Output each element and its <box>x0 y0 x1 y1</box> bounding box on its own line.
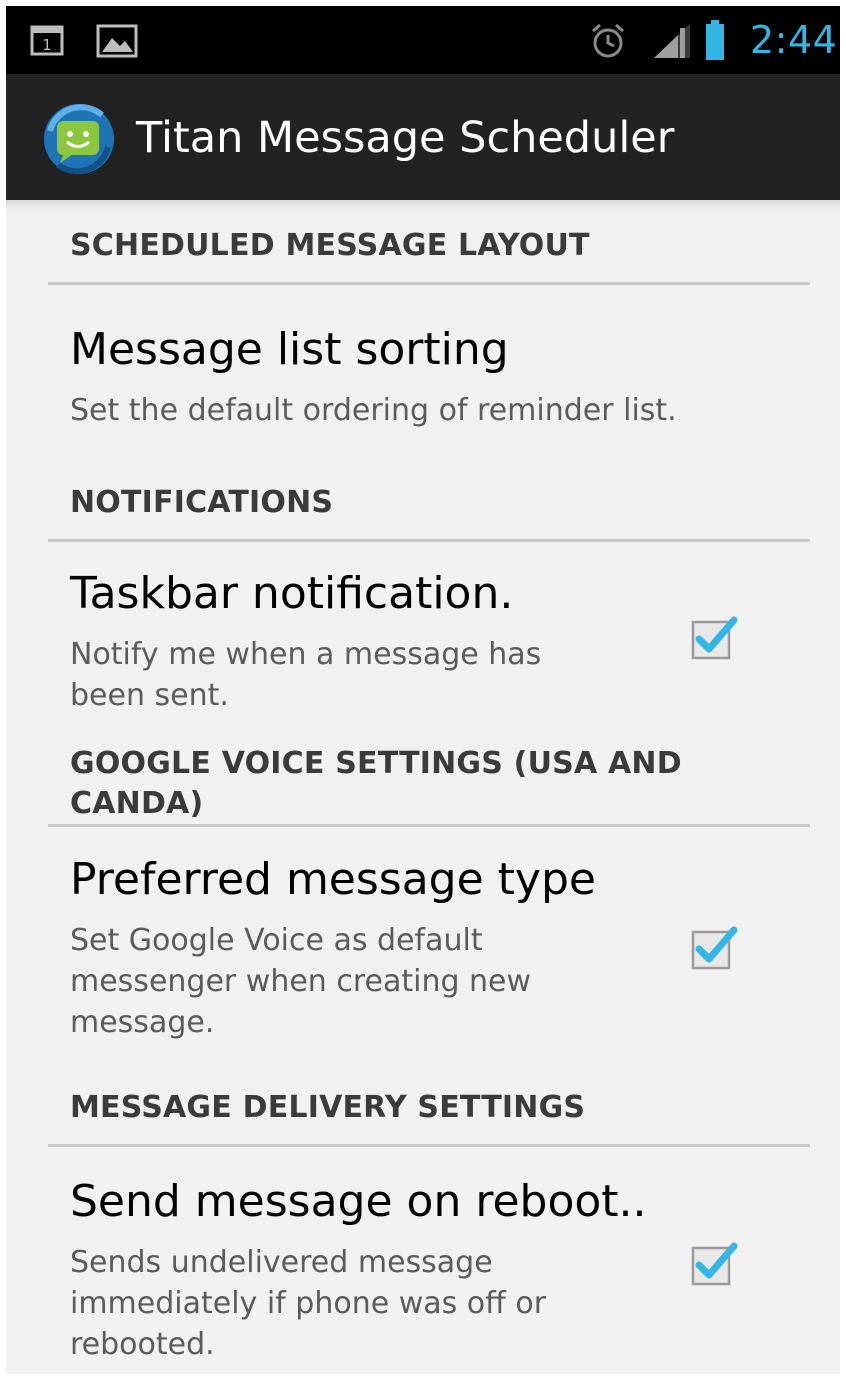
calendar-icon: 1 <box>30 25 64 56</box>
status-bar: 1 2:44 <box>6 6 840 74</box>
pref-send-on-reboot[interactable]: Send message on reboot.. Sends undeliver… <box>6 1156 840 1374</box>
app-logo-icon[interactable] <box>40 101 118 177</box>
svg-text:1: 1 <box>42 36 52 54</box>
pref-preferred-message-type[interactable]: Preferred message type Set Google Voice … <box>6 836 840 1046</box>
section-header-google-voice: GOOGLE VOICE SETTINGS (USA AND CANDA) <box>70 746 682 821</box>
section-header-notifications: NOTIFICATIONS <box>70 485 334 520</box>
pref-title: Message list sorting <box>70 324 509 375</box>
section-divider <box>48 1144 810 1147</box>
taskbar-notification-checkbox[interactable] <box>690 614 738 662</box>
pref-taskbar-notification[interactable]: Taskbar notification. Notify me when a m… <box>6 552 840 722</box>
screen: 1 2:44 Titan Message Scheduler SCHEDULED… <box>6 6 840 1374</box>
app-title: Titan Message Scheduler <box>136 113 675 163</box>
send-on-reboot-checkbox[interactable] <box>690 1240 738 1288</box>
gallery-icon <box>96 24 138 58</box>
battery-icon <box>706 20 724 60</box>
action-bar-shadow <box>6 200 840 210</box>
section-divider <box>48 282 810 285</box>
preferred-message-type-checkbox[interactable] <box>690 924 738 972</box>
pref-title: Taskbar notification. <box>70 568 514 619</box>
section-divider <box>48 824 810 827</box>
pref-summary: Set the default ordering of reminder lis… <box>70 393 677 428</box>
action-bar: Titan Message Scheduler <box>6 74 840 200</box>
pref-message-list-sorting[interactable]: Message list sorting Set the default ord… <box>6 296 840 446</box>
signal-icon <box>654 24 690 58</box>
pref-title: Send message on reboot.. <box>70 1176 647 1227</box>
pref-title: Preferred message type <box>70 854 596 905</box>
section-divider <box>48 539 810 542</box>
pref-summary: Set Google Voice as default messenger wh… <box>70 923 532 1040</box>
alarm-icon <box>592 23 624 58</box>
section-header-delivery: MESSAGE DELIVERY SETTINGS <box>70 1090 586 1125</box>
pref-summary: Sends undelivered message immediately if… <box>70 1245 547 1362</box>
section-header-layout: SCHEDULED MESSAGE LAYOUT <box>70 228 590 263</box>
pref-summary: Notify me when a message has been sent. <box>70 637 542 713</box>
clock: 2:44 <box>750 18 838 62</box>
